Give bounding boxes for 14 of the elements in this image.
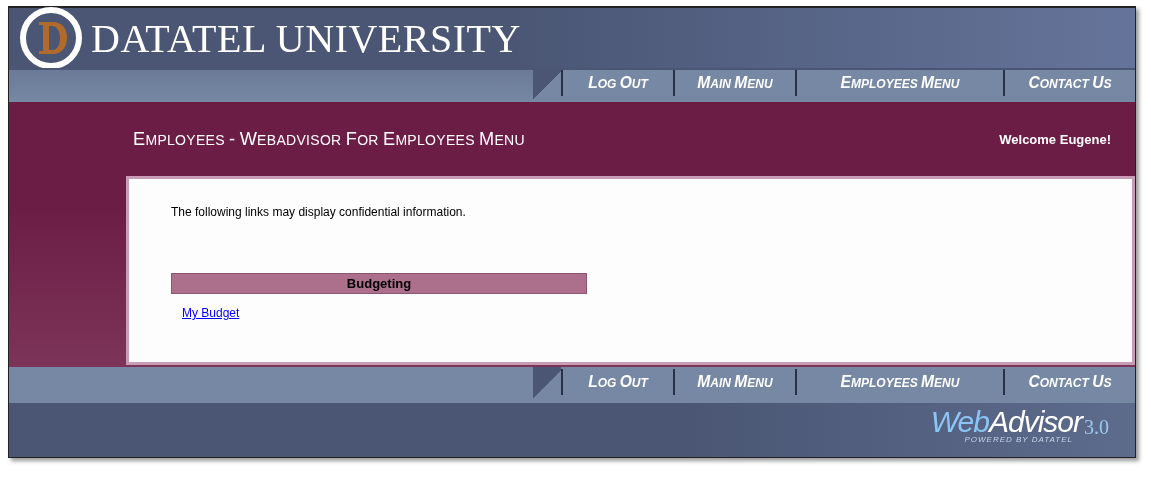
tagline: POWERED BY DATATEL <box>964 435 1073 444</box>
version-text: 3.0 <box>1084 416 1109 439</box>
university-title: DATATEL UNIVERSITY <box>91 14 521 62</box>
nav-link[interactable]: LOG OUT <box>561 70 673 96</box>
nav-link[interactable]: CONTACT US <box>1003 70 1135 96</box>
welcome-text: Welcome Eugene! <box>999 131 1111 147</box>
webadvisor-logo: WebAdvisor <box>930 405 1082 438</box>
nav-corner <box>533 68 561 102</box>
budget-link[interactable]: My Budget <box>182 306 240 320</box>
nav-link[interactable]: EMPLOYEES MENU <box>795 70 1003 96</box>
nav-link[interactable]: MAIN MENU <box>673 70 795 96</box>
page-title: EMPLOYEES - WEBADVISOR FOR EMPLOYEES MENU <box>133 128 525 150</box>
notice-text: The following links may display confidential information. <box>171 205 467 219</box>
section-heading: Budgeting <box>171 273 587 294</box>
